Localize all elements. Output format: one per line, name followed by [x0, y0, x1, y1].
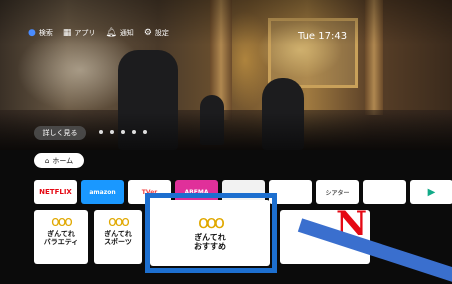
- focus-highlight: [145, 193, 277, 273]
- carousel-dot[interactable]: [143, 130, 147, 134]
- card-title: ぎんてれ バラエティ: [34, 230, 88, 246]
- carousel-dot[interactable]: [110, 130, 114, 134]
- card-line-1: ぎんてれ: [104, 230, 132, 238]
- more-details-button[interactable]: 詳しく見る: [34, 126, 86, 140]
- app-label: シアター: [325, 189, 350, 197]
- settings-button[interactable]: ⚙ 設定: [144, 28, 169, 38]
- card-sports[interactable]: ooo ぎんてれ スポーツ: [94, 210, 142, 264]
- app-label: amazon: [89, 188, 116, 196]
- app-7[interactable]: シアター: [316, 180, 359, 204]
- apps-label: アプリ: [74, 29, 96, 37]
- card-title: ぎんてれ スポーツ: [94, 230, 142, 246]
- play-icon: ▶: [427, 186, 436, 198]
- home-icon: ⌂: [44, 156, 50, 165]
- apps-grid-icon: ▦: [62, 28, 72, 38]
- gear-icon: ⚙: [143, 28, 152, 38]
- app-label: NETFLIX: [39, 188, 72, 196]
- clock: Tue 17:43: [298, 31, 348, 42]
- logo-icon: ooo: [108, 214, 130, 230]
- bell-icon: 🔔︎: [105, 28, 117, 38]
- logo-icon: ooo: [51, 214, 73, 230]
- carousel-dot[interactable]: [121, 130, 125, 134]
- app-prime-video[interactable]: amazon: [81, 180, 124, 204]
- card-line-2: バラエティ: [43, 238, 79, 247]
- search-icon: ●: [28, 28, 36, 38]
- carousel-dot[interactable]: [99, 130, 103, 134]
- tab-home[interactable]: ⌂ ホーム: [34, 153, 84, 168]
- settings-label: 設定: [154, 29, 169, 37]
- search-label: 検索: [38, 29, 53, 37]
- carousel-dot[interactable]: [132, 130, 136, 134]
- card-variety[interactable]: ooo ぎんてれ バラエティ: [34, 210, 88, 264]
- app-8[interactable]: [363, 180, 406, 204]
- carousel-dots: [99, 130, 147, 134]
- apps-button[interactable]: ▦ アプリ: [63, 28, 96, 38]
- notifications-label: 通知: [119, 29, 134, 37]
- app-google-play[interactable]: ▶: [410, 180, 452, 204]
- search-button[interactable]: ● 検索: [28, 28, 53, 38]
- card-line-1: ぎんてれ: [47, 230, 75, 238]
- home-label: ホーム: [52, 156, 74, 165]
- notifications-button[interactable]: 🔔︎ 通知: [105, 28, 133, 38]
- app-netflix[interactable]: NETFLIX: [34, 180, 77, 204]
- card-line-2: スポーツ: [104, 238, 132, 247]
- top-nav: ● 検索 ▦ アプリ 🔔︎ 通知 ⚙ 設定: [28, 28, 169, 38]
